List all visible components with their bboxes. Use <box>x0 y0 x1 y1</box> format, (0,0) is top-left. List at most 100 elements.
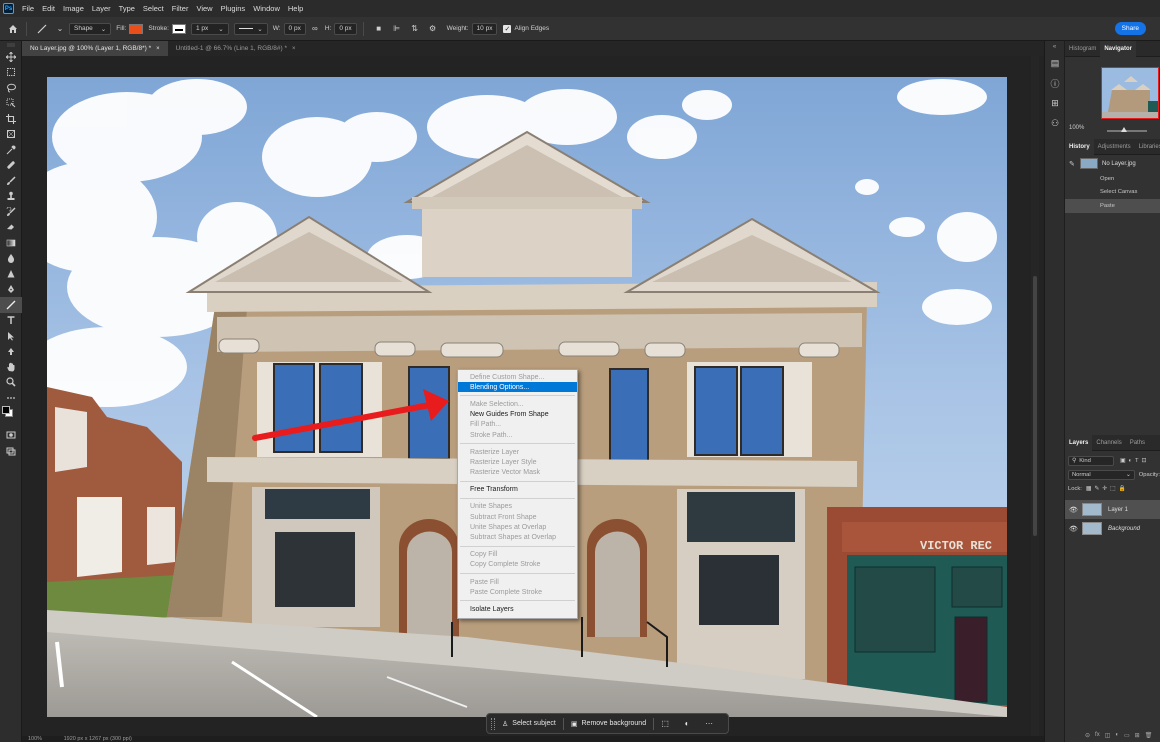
context-menu-item-subtract-front-shape[interactable]: Subtract Front Shape <box>458 512 577 522</box>
history-step-open[interactable]: Open <box>1065 172 1160 186</box>
dodge-tool-icon[interactable] <box>0 266 22 282</box>
lock-icons[interactable]: ▦✎✛⬚🔒 <box>1086 486 1129 492</box>
width-field[interactable]: 0 px <box>283 22 306 35</box>
stroke-color-swatch[interactable] <box>171 23 186 34</box>
link-layers-icon[interactable]: ⊝ <box>1085 732 1090 742</box>
path-arrangement-icon[interactable]: ⇅ <box>410 24 420 34</box>
line-tool-icon[interactable] <box>37 24 47 34</box>
menu-view[interactable]: View <box>192 4 216 13</box>
align-edges-checkbox[interactable]: ✓ <box>503 24 512 33</box>
context-menu-item-unite-shapes-at-overlap[interactable]: Unite Shapes at Overlap <box>458 522 577 532</box>
learn-icon[interactable]: ▤ <box>1045 53 1065 73</box>
context-menu-item-rasterize-layer-style[interactable]: Rasterize Layer Style <box>458 457 577 467</box>
context-menu-item-new-guides-from-shape[interactable]: New Guides From Shape <box>458 410 577 420</box>
zoom-tool-icon[interactable] <box>0 375 22 391</box>
tab-untitled-1[interactable]: Untitled-1 @ 66.7% (Line 1, RGB/8#) * × <box>168 41 304 56</box>
custom-shape-tool-icon[interactable] <box>0 344 22 360</box>
context-menu-item-subtract-shapes-at-overlap[interactable]: Subtract Shapes at Overlap <box>458 532 577 542</box>
context-menu-item-copy-complete-stroke[interactable]: Copy Complete Stroke <box>458 560 577 570</box>
home-icon[interactable] <box>6 22 20 36</box>
foreground-color-swatch[interactable] <box>2 405 10 414</box>
tab-libraries[interactable]: Libraries <box>1135 139 1160 155</box>
object-selection-tool-icon[interactable] <box>0 96 22 112</box>
eyedropper-tool-icon[interactable] <box>0 142 22 158</box>
navigator-thumbnail[interactable] <box>1101 67 1159 119</box>
quick-mask-icon[interactable] <box>0 428 22 444</box>
link-icon[interactable]: ∞ <box>310 24 320 34</box>
vertical-scrollbar[interactable] <box>1031 56 1039 742</box>
context-menu-item-rasterize-layer[interactable]: Rasterize Layer <box>458 447 577 457</box>
navigator-zoom-slider[interactable] <box>1107 127 1147 132</box>
context-menu-item-copy-fill[interactable]: Copy Fill <box>458 550 577 560</box>
menu-help[interactable]: Help <box>284 4 307 13</box>
context-menu-item-make-selection[interactable]: Make Selection... <box>458 399 577 409</box>
tab-channels[interactable]: Channels <box>1092 435 1125 451</box>
lasso-tool-icon[interactable] <box>0 80 22 96</box>
color-swatches[interactable] <box>0 405 22 428</box>
history-brush-source-icon[interactable]: ✎ <box>1069 160 1078 168</box>
healing-brush-tool-icon[interactable] <box>0 158 22 174</box>
tab-adjustments[interactable]: Adjustments <box>1094 139 1135 155</box>
stroke-type-dropdown[interactable]: ⌄ <box>233 22 268 35</box>
menu-select[interactable]: Select <box>139 4 168 13</box>
history-step-paste[interactable]: Paste <box>1065 199 1160 213</box>
blur-tool-icon[interactable] <box>0 251 22 267</box>
history-brush-tool-icon[interactable] <box>0 204 22 220</box>
more-tools-icon[interactable] <box>0 390 22 406</box>
close-icon[interactable]: × <box>292 46 296 52</box>
menu-plugins[interactable]: Plugins <box>217 4 250 13</box>
path-operations-icon[interactable]: ■ <box>374 24 384 34</box>
collapse-panels-icon[interactable]: « <box>1045 41 1064 53</box>
layer-comps-icon[interactable]: ⚇ <box>1045 113 1065 133</box>
fill-color-swatch[interactable] <box>129 23 144 34</box>
remove-background-button[interactable]: ▣ Remove background <box>564 716 653 732</box>
context-menu-item-blending-options[interactable]: Blending Options... <box>458 382 577 393</box>
context-menu-item-paste-fill[interactable]: Paste Fill <box>458 577 577 587</box>
crop-tool-icon[interactable] <box>0 111 22 127</box>
history-snapshot[interactable]: ✎ No Layer.jpg <box>1065 155 1160 172</box>
clone-stamp-tool-icon[interactable] <box>0 189 22 205</box>
gear-icon[interactable]: ⚙ <box>428 24 438 34</box>
context-menu-item-paste-complete-stroke[interactable]: Paste Complete Stroke <box>458 587 577 597</box>
tab-paths[interactable]: Paths <box>1126 435 1149 451</box>
move-tool-icon[interactable] <box>0 49 22 65</box>
context-menu-item-rasterize-vector-mask[interactable]: Rasterize Vector Mask <box>458 468 577 478</box>
menu-type[interactable]: Type <box>115 4 139 13</box>
path-alignment-icon[interactable]: ⊫ <box>392 24 402 34</box>
layer-filter-icons[interactable]: ▣◐T⊡ <box>1120 458 1149 464</box>
context-menu-item-define-custom-shape[interactable]: Define Custom Shape... <box>458 372 577 382</box>
stroke-width-field[interactable]: 1 px ⌄ <box>190 22 229 35</box>
layer-kind-filter[interactable]: ⚲ Kind <box>1068 456 1114 466</box>
eraser-tool-icon[interactable] <box>0 220 22 236</box>
tab-navigator[interactable]: Navigator <box>1100 40 1137 57</box>
scrollbar-thumb[interactable] <box>1033 276 1037 536</box>
adjustment-icon[interactable]: ◐ <box>679 716 695 732</box>
tab-histogram[interactable]: Histogram <box>1065 41 1100 57</box>
new-group-icon[interactable]: ▭ <box>1124 732 1130 742</box>
menu-image[interactable]: Image <box>59 4 88 13</box>
context-menu-item-unite-shapes[interactable]: Unite Shapes <box>458 502 577 512</box>
menu-window[interactable]: Window <box>249 4 284 13</box>
line-tool-icon[interactable] <box>0 297 22 313</box>
tab-history[interactable]: History <box>1065 138 1094 155</box>
pen-tool-icon[interactable] <box>0 282 22 298</box>
tool-mode-dropdown[interactable]: Shape ⌄ <box>69 22 112 35</box>
layer-row-layer-1[interactable]: 👁 Layer 1 <box>1065 500 1160 519</box>
menu-file[interactable]: File <box>18 4 38 13</box>
properties-icon[interactable]: ⓘ <box>1045 73 1065 93</box>
menu-filter[interactable]: Filter <box>168 4 193 13</box>
context-menu-item-fill-path[interactable]: Fill Path... <box>458 420 577 430</box>
share-button[interactable]: Share <box>1114 22 1146 35</box>
blend-mode-dropdown[interactable]: Normal ⌄ <box>1068 470 1135 480</box>
add-mask-icon[interactable]: ◫ <box>1105 732 1111 742</box>
eye-icon[interactable]: 👁 <box>1065 506 1082 514</box>
frame-tool-icon[interactable] <box>0 127 22 143</box>
select-subject-button[interactable]: ♙ Select subject <box>495 716 563 732</box>
eye-icon[interactable]: 👁 <box>1065 525 1082 533</box>
artboard-tool-icon[interactable] <box>0 65 22 81</box>
hand-tool-icon[interactable] <box>0 359 22 375</box>
tab-no-layer[interactable]: No Layer.jpg @ 100% (Layer 1, RGB/8*) * × <box>22 41 168 56</box>
gradient-tool-icon[interactable] <box>0 235 22 251</box>
layer-row-background[interactable]: 👁 Background <box>1065 519 1160 538</box>
height-field[interactable]: 0 px <box>334 22 357 35</box>
